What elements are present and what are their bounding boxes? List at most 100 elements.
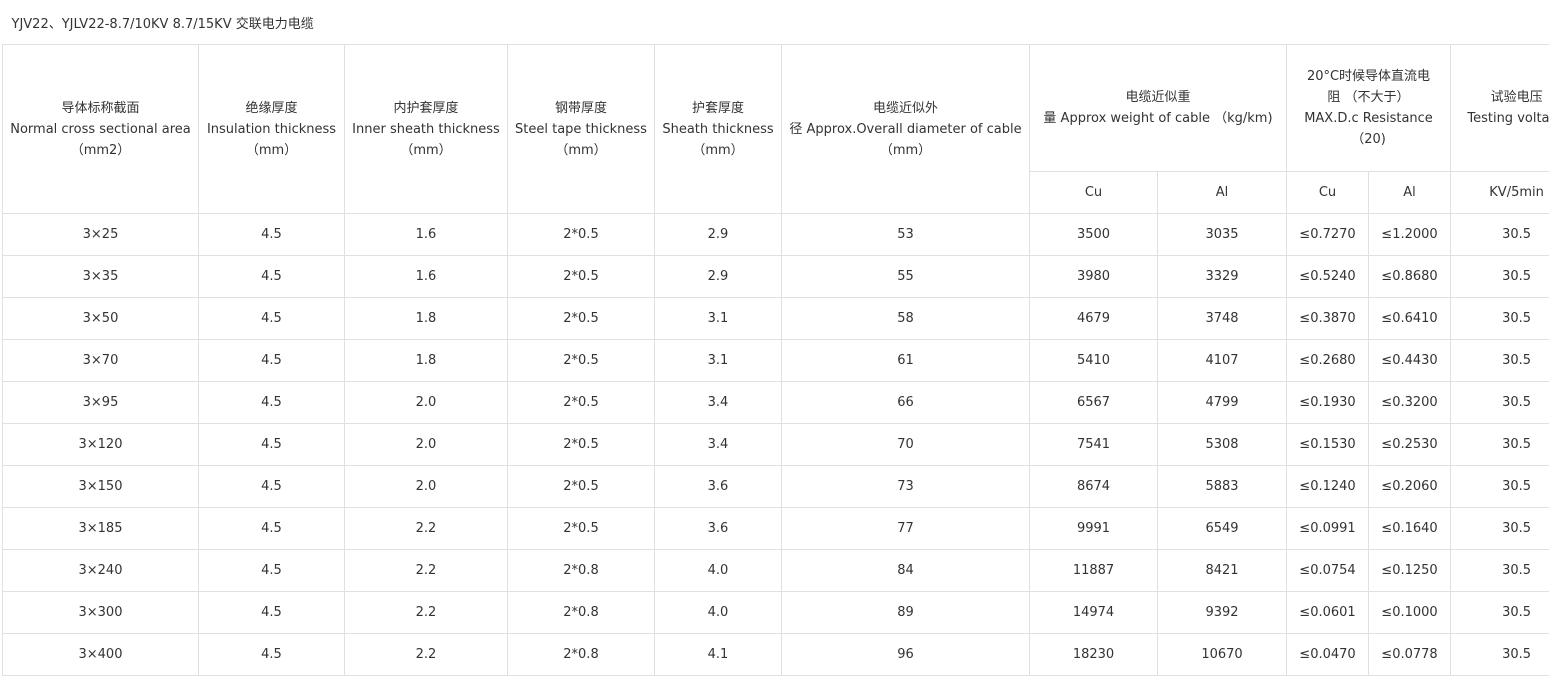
cell-weight-al: 3748 [1157, 297, 1287, 340]
cell-resistance-cu: ≤0.1530 [1286, 423, 1369, 466]
cell-area: 3×70 [2, 339, 199, 382]
cell-resistance-al: ≤0.0778 [1368, 633, 1451, 676]
cell-weight-cu: 8674 [1029, 465, 1158, 508]
cell-sheath: 4.0 [654, 549, 782, 592]
cell-sheath: 3.1 [654, 297, 782, 340]
cell-diameter: 89 [781, 591, 1030, 634]
header-resistance-line4: （20) [1351, 132, 1386, 147]
table-row: 3×50 4.5 1.8 2*0.5 3.1 58 4679 3748 ≤0.3870 ≤0.64… [2, 297, 1549, 340]
cell-weight-cu: 14974 [1029, 591, 1158, 634]
cell-diameter: 55 [781, 255, 1030, 298]
cell-voltage: 30.5 [1449, 423, 1549, 466]
cell-weight-cu: 9991 [1029, 507, 1158, 550]
cell-resistance-cu: ≤0.0470 [1286, 633, 1369, 676]
cell-resistance-al: ≤0.1640 [1368, 507, 1451, 550]
subheader-resistance-al: Al [1368, 171, 1451, 214]
header-voltage-line2: Testing voltage [1467, 111, 1549, 126]
cell-voltage: 30.5 [1449, 549, 1549, 592]
cell-steel-tape: 2*0.5 [507, 339, 655, 382]
cell-voltage: 30.5 [1449, 591, 1549, 634]
table-title: YJV22、YJLV22-8.7/10KV 8.7/15KV 交联电力电缆 [2, 4, 1549, 45]
table-body: 3×25 4.5 1.6 2*0.5 2.9 53 3500 3035 ≤0.7270 ≤1.20… [2, 213, 1549, 676]
cell-inner-sheath: 2.2 [344, 549, 508, 592]
header-sheath-unit: （mm） [692, 142, 744, 158]
cell-weight-al: 4799 [1157, 381, 1287, 424]
header-steel-tape: 钢带厚度 Steel tape thickness （mm） [507, 44, 655, 214]
cell-resistance-al: ≤0.3200 [1368, 381, 1451, 424]
cell-resistance-al: ≤0.1000 [1368, 591, 1451, 634]
cell-sheath: 4.1 [654, 633, 782, 676]
header-resistance: 20°C时候导体直流电 阻 （不大于） MAX.D.c Resistance （… [1286, 44, 1451, 172]
table-row: 3×70 4.5 1.8 2*0.5 3.1 61 5410 4107 ≤0.2680 ≤0.44… [2, 339, 1549, 382]
cell-area: 3×35 [2, 255, 199, 298]
cell-weight-al: 10670 [1157, 633, 1287, 676]
table-row: 3×95 4.5 2.0 2*0.5 3.4 66 6567 4799 ≤0.1930 ≤0.32… [2, 381, 1549, 424]
cell-inner-sheath: 2.2 [344, 507, 508, 550]
cell-resistance-cu: ≤0.0754 [1286, 549, 1369, 592]
header-sheath-en: Sheath thickness [662, 121, 774, 137]
table-row: 3×35 4.5 1.6 2*0.5 2.9 55 3980 3329 ≤0.5240 ≤0.86… [2, 255, 1549, 298]
header-steel-cn: 钢带厚度 [554, 100, 607, 116]
cell-diameter: 70 [781, 423, 1030, 466]
header-voltage-line1: 试验电压 [1490, 90, 1543, 105]
cell-voltage: 30.5 [1449, 213, 1549, 256]
cell-steel-tape: 2*0.5 [507, 465, 655, 508]
cell-diameter: 53 [781, 213, 1030, 256]
cell-voltage: 30.5 [1449, 507, 1549, 550]
cell-weight-cu: 3500 [1029, 213, 1158, 256]
header-resistance-line3: MAX.D.c Resistance [1304, 111, 1433, 126]
cell-resistance-al: ≤0.2060 [1368, 465, 1451, 508]
cell-weight-al: 9392 [1157, 591, 1287, 634]
header-inner-cn: 内护套厚度 [393, 100, 459, 116]
cell-area: 3×400 [2, 633, 199, 676]
table-title-row: YJV22、YJLV22-8.7/10KV 8.7/15KV 交联电力电缆 [2, 4, 1549, 45]
cell-resistance-cu: ≤0.0991 [1286, 507, 1369, 550]
cell-resistance-al: ≤0.4430 [1368, 339, 1451, 382]
cell-steel-tape: 2*0.5 [507, 297, 655, 340]
cell-weight-cu: 3980 [1029, 255, 1158, 298]
cell-inner-sheath: 2.2 [344, 591, 508, 634]
cell-inner-sheath: 2.0 [344, 465, 508, 508]
cell-sheath: 3.4 [654, 423, 782, 466]
header-resistance-line1: 20°C时候导体直流电 [1306, 69, 1431, 84]
cell-steel-tape: 2*0.8 [507, 633, 655, 676]
cell-weight-al: 6549 [1157, 507, 1287, 550]
subheader-resistance-cu: Cu [1286, 171, 1369, 214]
cell-voltage: 30.5 [1449, 255, 1549, 298]
header-insulation-unit: （mm） [245, 142, 298, 158]
cell-resistance-cu: ≤0.3870 [1286, 297, 1369, 340]
cell-steel-tape: 2*0.5 [507, 423, 655, 466]
header-diameter-unit: （mm） [879, 142, 932, 158]
cell-inner-sheath: 1.6 [344, 255, 508, 298]
cell-area: 3×240 [2, 549, 199, 592]
cell-voltage: 30.5 [1449, 633, 1549, 676]
table-row: 3×300 4.5 2.2 2*0.8 4.0 89 14974 9392 ≤0.0601 ≤0.… [2, 591, 1549, 634]
cell-sheath: 3.6 [654, 465, 782, 508]
cell-inner-sheath: 2.2 [344, 633, 508, 676]
cell-insulation: 4.5 [198, 549, 345, 592]
table-row: 3×150 4.5 2.0 2*0.5 3.6 73 8674 5883 ≤0.1240 ≤0.2… [2, 465, 1549, 508]
cell-insulation: 4.5 [198, 381, 345, 424]
header-inner-unit: （mm） [400, 142, 452, 158]
header-weight: 电缆近似重 量 Approx weight of cable （kg/km) [1029, 44, 1287, 172]
cell-sheath: 3.1 [654, 339, 782, 382]
table-row: 3×185 4.5 2.2 2*0.5 3.6 77 9991 6549 ≤0.0991 ≤0.1… [2, 507, 1549, 550]
cell-area: 3×95 [2, 381, 199, 424]
cell-resistance-al: ≤1.2000 [1368, 213, 1451, 256]
cell-voltage: 30.5 [1449, 339, 1549, 382]
cell-diameter: 96 [781, 633, 1030, 676]
table-row: 3×120 4.5 2.0 2*0.5 3.4 70 7541 5308 ≤0.1530 ≤0.2… [2, 423, 1549, 466]
header-area-en: Normal cross sectional area [10, 121, 191, 137]
cell-insulation: 4.5 [198, 339, 345, 382]
cell-insulation: 4.5 [198, 633, 345, 676]
cell-weight-al: 5883 [1157, 465, 1287, 508]
cell-sheath: 3.6 [654, 507, 782, 550]
cell-weight-al: 4107 [1157, 339, 1287, 382]
cell-steel-tape: 2*0.5 [507, 381, 655, 424]
table-row: 3×240 4.5 2.2 2*0.8 4.0 84 11887 8421 ≤0.0754 ≤0.… [2, 549, 1549, 592]
cell-area: 3×300 [2, 591, 199, 634]
cell-steel-tape: 2*0.5 [507, 507, 655, 550]
cell-sheath: 3.4 [654, 381, 782, 424]
cell-inner-sheath: 2.0 [344, 423, 508, 466]
cell-insulation: 4.5 [198, 465, 345, 508]
